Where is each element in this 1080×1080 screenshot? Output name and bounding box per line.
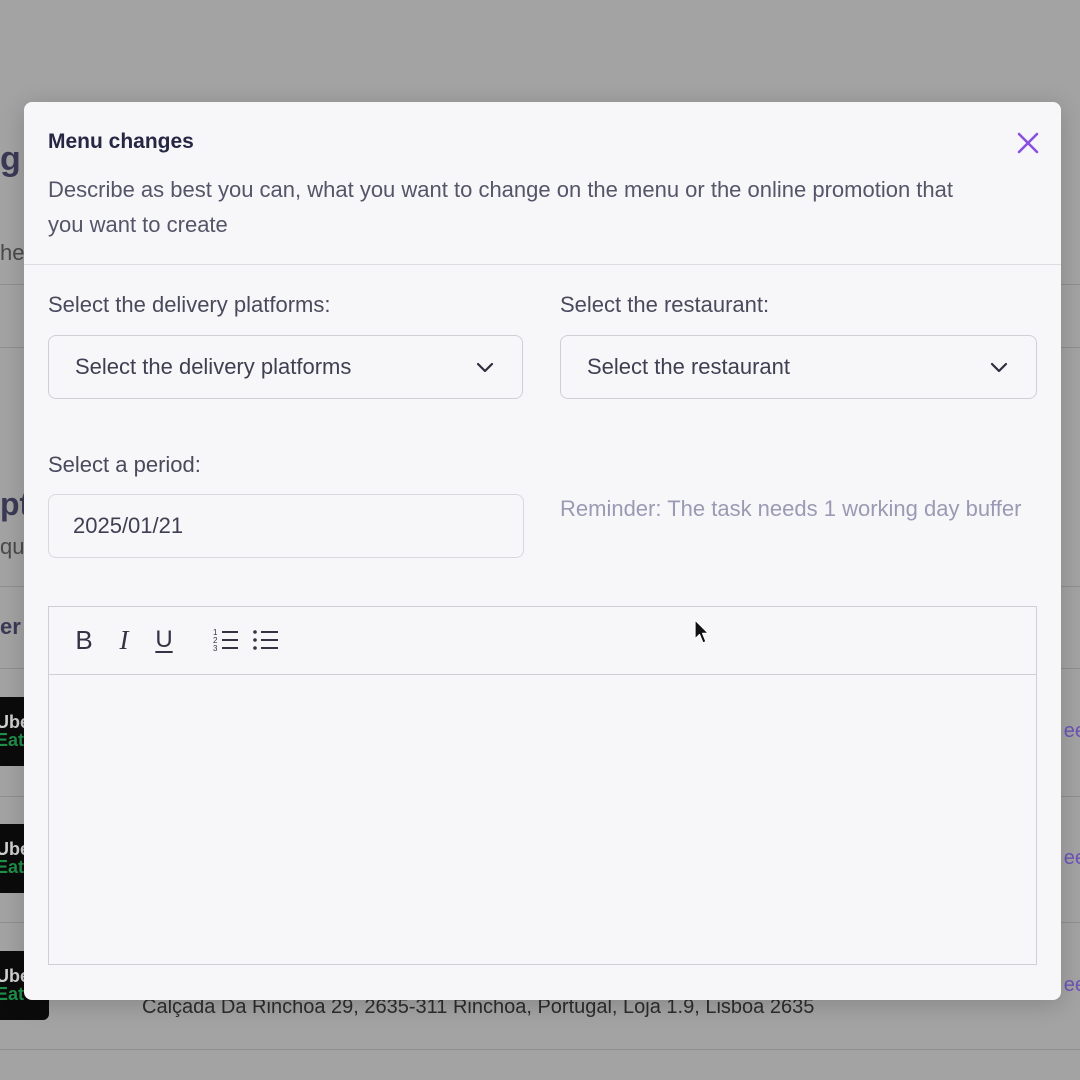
- platforms-label: Select the delivery platforms:: [48, 292, 331, 317]
- underline-button[interactable]: U: [149, 625, 179, 655]
- mouse-pointer-icon: [694, 619, 710, 644]
- ordered-list-icon: 1 2 3: [213, 628, 238, 653]
- modal-title: Menu changes: [48, 130, 194, 153]
- platforms-select-value: Select the delivery platforms: [75, 354, 352, 379]
- platforms-select[interactable]: Select the delivery platforms: [48, 335, 523, 399]
- restaurant-select[interactable]: Select the restaurant: [560, 335, 1037, 399]
- period-date-value: 2025/01/21: [73, 513, 184, 538]
- editor-toolbar: B I U 1 2 3: [49, 607, 1036, 675]
- bg-see-link-fragment[interactable]: ee: [1064, 720, 1080, 743]
- period-label: Select a period:: [48, 452, 201, 477]
- modal-description: Describe as best you can, what you want …: [48, 177, 953, 237]
- italic-button[interactable]: I: [109, 625, 139, 655]
- menu-changes-modal: Menu changes Describe as best you can, w…: [24, 102, 1061, 1000]
- bullet-list-icon: [253, 630, 278, 650]
- svg-text:3: 3: [213, 644, 218, 653]
- close-icon: [1017, 132, 1039, 154]
- chevron-down-icon: [990, 362, 1008, 373]
- period-date-input[interactable]: 2025/01/21: [48, 494, 524, 558]
- chevron-down-icon: [476, 362, 494, 373]
- ordered-list-button[interactable]: 1 2 3: [211, 625, 241, 655]
- bg-text-fragment: qu: [0, 534, 25, 559]
- close-button[interactable]: [1015, 130, 1041, 156]
- bg-text-fragment: he: [0, 240, 25, 265]
- bullet-list-button[interactable]: [251, 625, 281, 655]
- restaurant-label: Select the restaurant:: [560, 292, 770, 317]
- reminder-text: Reminder: The task needs 1 working day b…: [560, 496, 1022, 521]
- bg-column-header-fragment: er: [0, 614, 21, 639]
- bg-divider: [0, 1049, 1080, 1050]
- bg-see-link-fragment[interactable]: ee: [1064, 974, 1080, 997]
- bg-heading-fragment: g: [0, 140, 21, 178]
- restaurant-select-value: Select the restaurant: [587, 354, 791, 379]
- rich-text-editor: B I U 1 2 3: [48, 606, 1037, 965]
- bold-button[interactable]: B: [69, 625, 99, 655]
- bg-see-link-fragment[interactable]: ee: [1064, 847, 1080, 870]
- header-divider: [24, 264, 1061, 265]
- editor-text-area[interactable]: [49, 675, 1036, 964]
